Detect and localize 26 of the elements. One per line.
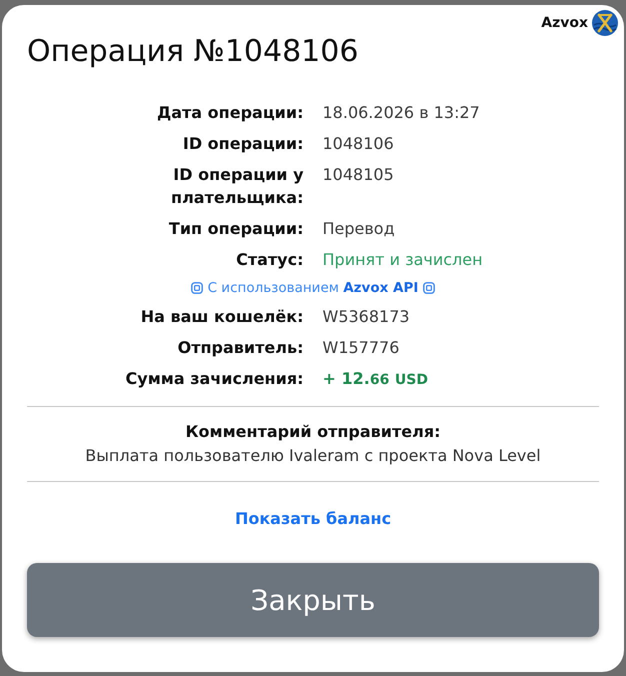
field-label: Отправитель: [178, 337, 304, 359]
field-value: W5368173 [322, 306, 410, 328]
show-balance-link[interactable]: Показать баланс [234, 507, 392, 530]
dialog-title: Операция №1048106 [27, 34, 358, 70]
field-value: W157776 [322, 337, 400, 359]
field-label: Сумма зачисления: [126, 368, 304, 390]
field-value: 1048106 [322, 133, 394, 155]
field-label: Тип операции: [168, 218, 304, 240]
api-note: С использованием Azvox API [208, 279, 418, 297]
field-value: Перевод [322, 218, 395, 240]
chip-icon [423, 282, 436, 294]
chip-icon [190, 282, 203, 294]
logo-text: Azvox [541, 15, 588, 31]
status-value: Принят и зачислен [322, 249, 483, 271]
comment-heading: Комментарий отправителя: [185, 421, 441, 443]
field-label: ID операции: [182, 133, 304, 155]
close-button[interactable]: Закрыть [27, 563, 599, 637]
field-label: Статус: [236, 249, 304, 271]
field-value: 1048105 [322, 164, 394, 186]
field-label: ID операции у плательщика: [170, 164, 304, 209]
field-label: Дата операции: [156, 102, 304, 124]
amount-value: + 12.66 USD [322, 368, 428, 390]
field-label: На ваш кошелёк: [140, 306, 304, 328]
logo-icon [592, 10, 618, 36]
comment-text: Выплата пользователю Ivaleram с проекта Nova Level [85, 445, 541, 467]
field-value: 18.06.2026 в 13:27 [322, 102, 480, 124]
